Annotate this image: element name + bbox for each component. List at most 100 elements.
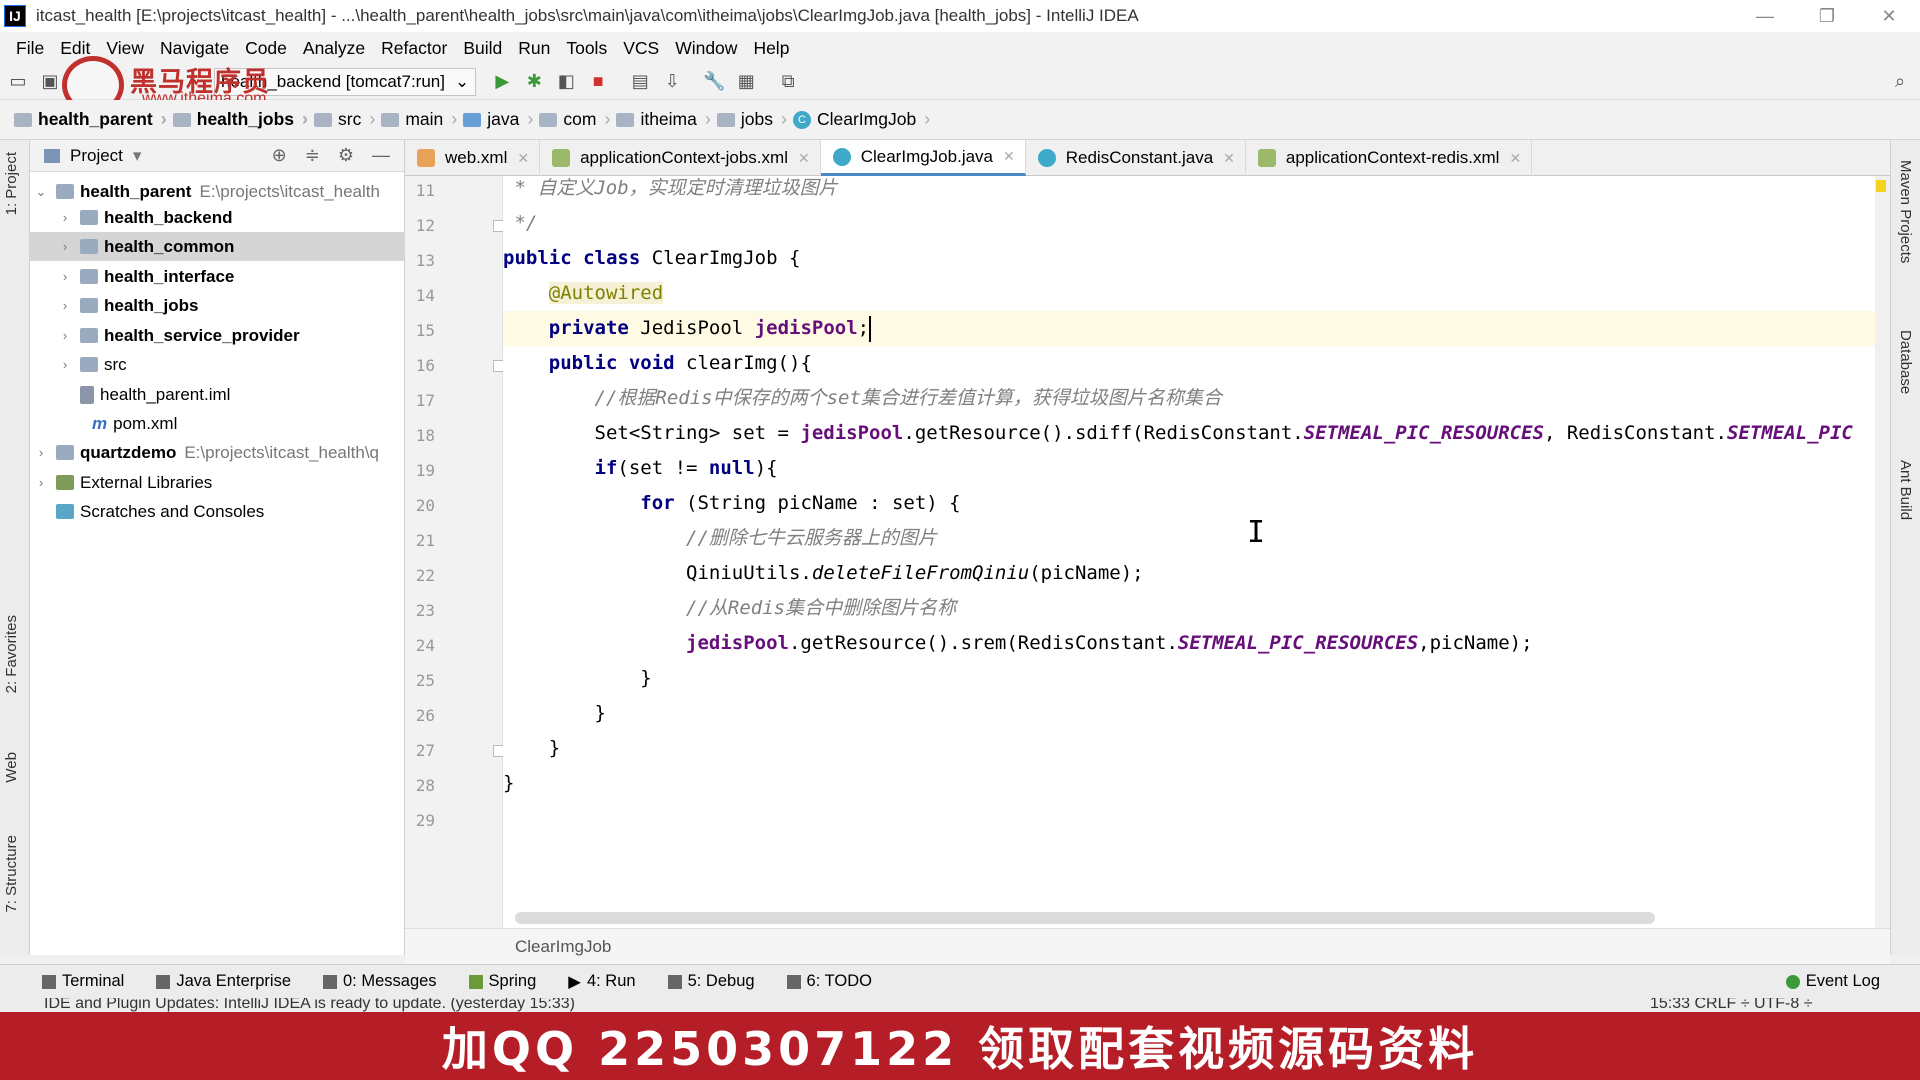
close-button[interactable]: ✕ (1858, 0, 1920, 32)
chevron-down-icon[interactable]: ▾ (133, 146, 142, 166)
open-folder-icon[interactable]: ▭ (4, 68, 32, 96)
module-folder-icon (80, 328, 98, 343)
tool-spring[interactable]: Spring (468, 972, 536, 991)
menu-file[interactable]: File (8, 38, 52, 59)
collapse-icon[interactable]: ≑ (305, 145, 320, 166)
tab-clearimgjob-java[interactable]: ClearImgJob.java ✕ (820, 140, 1026, 176)
menu-vcs[interactable]: VCS (615, 38, 667, 59)
menu-refactor[interactable]: Refactor (373, 38, 455, 59)
build-icon[interactable]: ▤ (626, 68, 654, 96)
tree-item-health-backend[interactable]: › health_backend (30, 203, 405, 232)
restore-button[interactable]: ❐ (1796, 0, 1858, 32)
collapsed-arrow-icon[interactable]: › (58, 357, 72, 372)
search-icon[interactable]: ⌕ (1886, 68, 1914, 96)
gear-icon[interactable]: ⚙ (338, 145, 354, 166)
menu-build[interactable]: Build (455, 38, 510, 59)
tool-tab-structure[interactable]: 7: Structure (3, 835, 20, 913)
bottom-tool-bar: Terminal Java Enterprise 0: Messages Spr… (0, 964, 1920, 998)
tab-applicationcontext-redis-xml[interactable]: applicationContext-redis.xml ✕ (1246, 140, 1533, 176)
sdk-icon[interactable]: ⧉ (774, 68, 802, 96)
window-controls: — ❐ ✕ (1734, 0, 1920, 32)
tree-item-health-parent[interactable]: ⌄ health_parent E:\projects\itcast_healt… (30, 177, 405, 206)
code-editor[interactable]: * 自定义Job，实现定时清理垃圾图片 */ public class Clea… (503, 176, 1875, 928)
code-line: if(set != null){ (594, 457, 778, 479)
tool-debug[interactable]: 5: Debug (667, 972, 755, 991)
status-message[interactable]: IDE and Plugin Updates: IntelliJ IDEA is… (44, 998, 575, 1012)
collapsed-arrow-icon[interactable]: › (58, 210, 72, 225)
horizontal-scrollbar[interactable] (515, 912, 1655, 924)
tool-tab-favorites[interactable]: 2: Favorites (3, 615, 20, 693)
tree-item-quartzdemo[interactable]: › quartzdemo E:\projects\itcast_health\q (30, 438, 405, 467)
tool-tab-web[interactable]: Web (3, 752, 20, 783)
menu-run[interactable]: Run (510, 38, 558, 59)
tree-item-scratches[interactable]: Scratches and Consoles (30, 497, 405, 526)
warning-marker[interactable] (1876, 180, 1886, 192)
close-tab-icon[interactable]: ✕ (798, 150, 810, 167)
tree-item-health-interface[interactable]: › health_interface (30, 262, 405, 291)
breadcrumb-item[interactable]: jobs › (716, 109, 793, 130)
close-tab-icon[interactable]: ✕ (517, 150, 529, 167)
wrench-icon[interactable]: 🔧 (700, 68, 728, 96)
tree-item-pom-xml[interactable]: m pom.xml (30, 409, 405, 438)
run-icon[interactable]: ▶ (488, 68, 516, 96)
tool-terminal[interactable]: Terminal (42, 972, 124, 991)
tool-java-enterprise[interactable]: Java Enterprise (156, 972, 291, 991)
locate-icon[interactable]: ⊕ (272, 145, 287, 166)
download-icon[interactable]: ⇩ (658, 68, 686, 96)
menu-tools[interactable]: Tools (558, 38, 615, 59)
expanded-arrow-icon[interactable]: ⌄ (34, 184, 48, 200)
tool-run[interactable]: ▶ 4: Run (568, 972, 635, 992)
breadcrumb-item[interactable]: C ClearImgJob › (792, 109, 936, 130)
tool-tab-maven[interactable]: Maven Projects (1897, 160, 1914, 263)
line-number: 28 (415, 776, 435, 795)
stop-icon[interactable]: ■ (584, 68, 612, 96)
close-tab-icon[interactable]: ✕ (1003, 148, 1015, 165)
tree-item-src[interactable]: › src (30, 350, 405, 379)
tree-item-health-common[interactable]: › health_common (30, 232, 405, 261)
tool-event-log[interactable]: Event Log (1785, 972, 1880, 991)
close-tab-icon[interactable]: ✕ (1223, 150, 1235, 167)
collapsed-arrow-icon[interactable]: › (34, 445, 48, 460)
breadcrumb-item[interactable]: health_jobs › (172, 109, 314, 130)
tree-item-external-libraries[interactable]: › External Libraries (30, 468, 405, 497)
collapsed-arrow-icon[interactable]: › (58, 239, 72, 254)
breadcrumb-item[interactable]: main › (381, 109, 463, 130)
tree-item-health-jobs[interactable]: › health_jobs (30, 291, 405, 320)
breadcrumb-item[interactable]: itheima › (616, 109, 716, 130)
tree-item-iml-file[interactable]: health_parent.iml (30, 380, 405, 409)
breadcrumb-item[interactable]: java › (463, 109, 539, 130)
menu-analyze[interactable]: Analyze (295, 38, 373, 59)
tab-web-xml[interactable]: web.xml ✕ (405, 140, 541, 176)
menu-window[interactable]: Window (667, 38, 745, 59)
tool-messages[interactable]: 0: Messages (323, 972, 437, 991)
tool-todo[interactable]: 6: TODO (786, 972, 872, 991)
collapsed-arrow-icon[interactable]: › (58, 269, 72, 284)
minimize-button[interactable]: — (1734, 0, 1796, 32)
close-tab-icon[interactable]: ✕ (1509, 150, 1521, 167)
tool-tab-database[interactable]: Database (1897, 330, 1914, 394)
tool-tab-project[interactable]: 1: Project (3, 152, 20, 215)
project-structure-icon[interactable]: ▦ (732, 68, 760, 96)
collapsed-arrow-icon[interactable]: › (34, 475, 48, 490)
coverage-icon[interactable]: ◧ (552, 68, 580, 96)
breadcrumb-item[interactable]: com › (539, 109, 616, 130)
hide-icon[interactable]: — (372, 145, 390, 166)
menu-help[interactable]: Help (745, 38, 797, 59)
save-icon[interactable]: ▣ (36, 68, 64, 96)
project-panel-title[interactable]: Project (70, 146, 123, 166)
debug-icon[interactable]: ✱ (520, 68, 548, 96)
module-folder-icon (80, 239, 98, 254)
tab-redisconstant-java[interactable]: RedisConstant.java ✕ (1026, 140, 1246, 176)
tree-item-health-service-provider[interactable]: › health_service_provider (30, 321, 405, 350)
project-panel: Project ▾ ⊕ ≑ ⚙ — ⌄ health_parent E:\pro… (30, 140, 405, 955)
tab-applicationcontext-jobs-xml[interactable]: applicationContext-jobs.xml ✕ (540, 140, 821, 176)
breadcrumb-item[interactable]: health_parent › (14, 109, 173, 130)
collapsed-arrow-icon[interactable]: › (58, 298, 72, 313)
line-number: 18 (415, 426, 435, 445)
footer-class-name[interactable]: ClearImgJob (515, 937, 611, 957)
event-log-icon (1785, 974, 1800, 989)
breadcrumb-item[interactable]: src › (314, 109, 381, 130)
collapsed-arrow-icon[interactable]: › (58, 328, 72, 343)
tool-tab-ant[interactable]: Ant Build (1897, 460, 1914, 520)
status-right-info[interactable]: 15:33 CRLF ÷ UTF-8 ÷ (1650, 998, 1813, 1012)
